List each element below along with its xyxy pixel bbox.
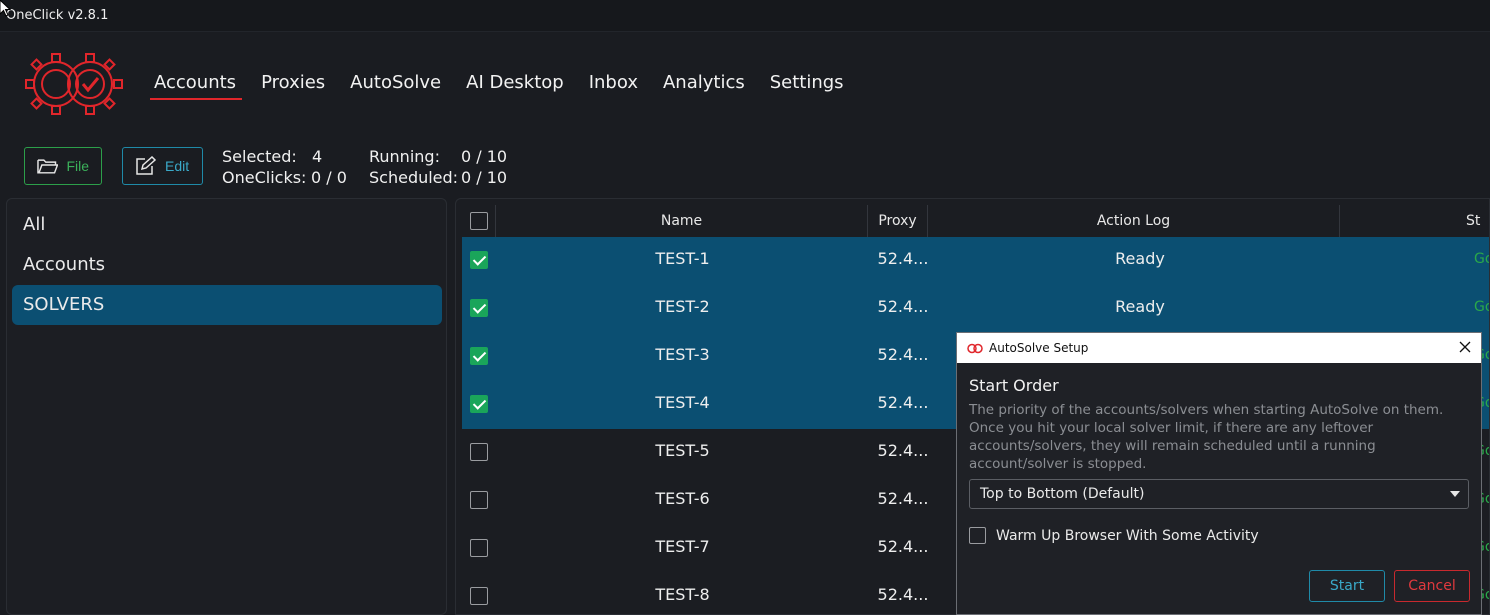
cancel-button[interactable]: Cancel (1394, 570, 1470, 602)
row-name: TEST-4 (655, 393, 710, 412)
nav-analytics[interactable]: Analytics (663, 72, 745, 97)
row-name: TEST-7 (655, 537, 710, 556)
column-header-status-label: St (1466, 213, 1481, 229)
warm-up-checkbox-label: Warm Up Browser With Some Activity (996, 527, 1259, 544)
sidebar-item-solvers[interactable]: SOLVERS (12, 285, 442, 325)
table-row[interactable]: TEST-2 52.4... Ready Go (462, 285, 1489, 333)
scheduled-value: 0 / 10 (461, 168, 508, 187)
window-title: OneClick v2.8.1 (6, 8, 109, 23)
row-name: TEST-8 (655, 585, 710, 604)
nav-proxies[interactable]: Proxies (261, 72, 325, 97)
row-proxy: 52.4... (877, 345, 929, 364)
edit-icon (136, 156, 157, 175)
nav-settings[interactable]: Settings (770, 72, 844, 97)
main-nav: Accounts Proxies AutoSolve AI Desktop In… (149, 72, 844, 100)
row-proxy: 52.4... (877, 537, 929, 556)
stats-panel: Selected: 4 Running: 0 / 10 OneClicks: 0… (222, 146, 507, 188)
toolbar: File Edit Selected: 4 Running: 0 / 10 On… (0, 140, 1490, 190)
warm-up-checkbox-row[interactable]: Warm Up Browser With Some Activity (969, 527, 1259, 544)
close-icon[interactable] (1457, 339, 1473, 355)
table-row[interactable]: TEST-1 52.4... Ready Go (462, 237, 1489, 285)
row-checkbox[interactable] (470, 299, 488, 317)
row-checkbox[interactable] (470, 443, 488, 461)
row-proxy: 52.4... (877, 249, 929, 268)
row-name: TEST-2 (655, 297, 710, 316)
oneclick-logo-icon (25, 53, 123, 115)
row-checkbox[interactable] (470, 251, 488, 269)
row-proxy: 52.4... (877, 585, 929, 604)
row-name: TEST-3 (655, 345, 710, 364)
row-checkbox[interactable] (470, 587, 488, 605)
row-checkbox[interactable] (470, 539, 488, 557)
autosolve-setup-dialog: AutoSolve Setup Start Order The priority… (956, 332, 1482, 615)
column-header-name[interactable]: Name (496, 205, 868, 237)
sidebar-item-accounts[interactable]: Accounts (12, 245, 442, 285)
title-bar: OneClick v2.8.1 (0, 0, 1490, 32)
file-button[interactable]: File (24, 147, 102, 185)
row-name: TEST-1 (655, 249, 710, 268)
row-checkbox[interactable] (470, 347, 488, 365)
edit-button-label: Edit (165, 158, 190, 174)
start-order-select-value: Top to Bottom (Default) (980, 486, 1145, 502)
chevron-down-icon (1450, 491, 1460, 497)
header: Accounts Proxies AutoSolve AI Desktop In… (0, 33, 1490, 133)
row-proxy: 52.4... (877, 441, 929, 460)
nav-autosolve[interactable]: AutoSolve (350, 72, 441, 97)
header-select-cell (456, 205, 496, 237)
select-all-checkbox[interactable] (470, 212, 488, 230)
row-checkbox[interactable] (470, 395, 488, 413)
start-order-description: The priority of the accounts/solvers whe… (969, 402, 1444, 472)
start-button[interactable]: Start (1309, 570, 1385, 602)
running-label: Running: (369, 147, 440, 166)
column-header-action-log[interactable]: Action Log (928, 205, 1340, 237)
row-name: TEST-6 (655, 489, 710, 508)
row-status: Go (1474, 251, 1489, 267)
folder-open-icon (37, 159, 59, 174)
row-proxy: 52.4... (877, 489, 929, 508)
warm-up-checkbox[interactable] (969, 527, 986, 544)
sidebar-item-all[interactable]: All (12, 205, 442, 245)
dialog-title: AutoSolve Setup (989, 341, 1089, 355)
selected-label: Selected: (222, 147, 297, 166)
row-checkbox[interactable] (470, 491, 488, 509)
row-action-log: Ready (1115, 249, 1165, 268)
file-button-label: File (66, 158, 89, 174)
group-sidebar: All Accounts SOLVERS (6, 198, 447, 615)
start-order-select[interactable]: Top to Bottom (Default) (969, 479, 1469, 509)
nav-ai-desktop[interactable]: AI Desktop (466, 72, 564, 97)
table-header: Name Proxy Action Log St (456, 205, 1489, 237)
nav-inbox[interactable]: Inbox (589, 72, 638, 97)
start-order-heading: Start Order (969, 376, 1059, 395)
column-header-status[interactable]: St (1340, 205, 1489, 237)
mouse-cursor-icon (0, 0, 12, 17)
running-value: 0 / 10 (461, 147, 508, 166)
autosolve-logo-icon (967, 343, 983, 353)
oneclicks-label: OneClicks: (222, 168, 307, 187)
scheduled-label: Scheduled: (369, 168, 459, 187)
row-proxy: 52.4... (877, 297, 929, 316)
row-action-log: Ready (1115, 297, 1165, 316)
row-name: TEST-5 (655, 441, 710, 460)
row-proxy: 52.4... (877, 393, 929, 412)
column-header-proxy[interactable]: Proxy (868, 205, 928, 237)
row-status: Go (1474, 299, 1489, 315)
nav-accounts[interactable]: Accounts (149, 72, 243, 100)
oneclicks-value: 0 / 0 (311, 168, 347, 187)
edit-button[interactable]: Edit (122, 147, 203, 185)
dialog-title-bar: AutoSolve Setup (957, 333, 1481, 363)
selected-value: 4 (312, 147, 323, 166)
